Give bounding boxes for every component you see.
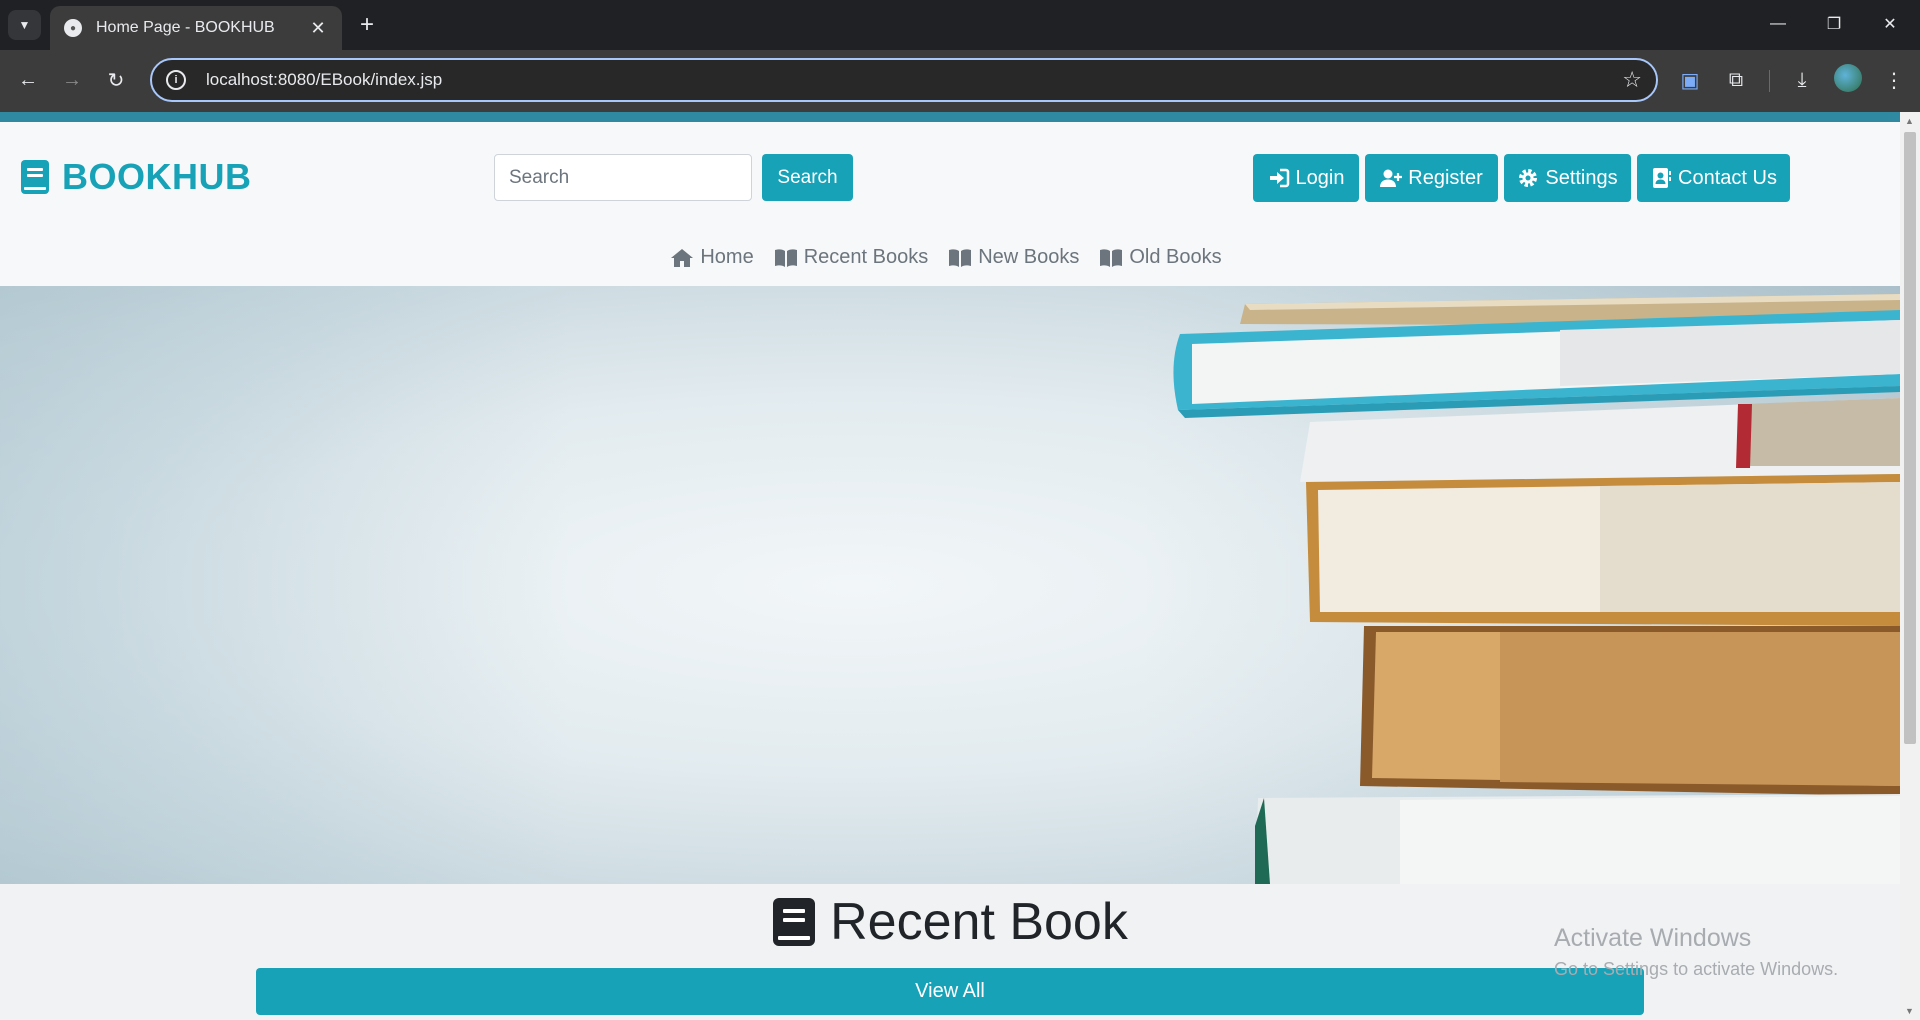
book-icon [21, 160, 49, 194]
site-info-icon[interactable]: i [166, 70, 186, 90]
page-scrollbar[interactable]: ▲ ▼ [1900, 112, 1920, 1020]
book-icon [773, 898, 816, 946]
contact-us-button[interactable]: Contact Us [1637, 154, 1790, 202]
scroll-down-arrow-icon[interactable]: ▼ [1905, 1006, 1914, 1016]
sign-in-icon [1269, 168, 1289, 188]
home-icon [671, 248, 694, 267]
extensions-icon[interactable]: ⧉ [1720, 64, 1752, 96]
address-bar[interactable]: i localhost:8080/EBook/index.jsp ☆ [150, 58, 1658, 102]
nav-recent-books[interactable]: Recent Books [774, 246, 929, 269]
view-all-button[interactable]: View All [256, 968, 1644, 1015]
tab-close-icon[interactable]: ✕ [308, 18, 328, 39]
window-restore-button[interactable]: ❐ [1814, 8, 1854, 40]
main-nav: Home Recent Books New Books Old Books [0, 246, 1900, 269]
user-plus-icon [1380, 169, 1403, 187]
toolbar-divider [1769, 70, 1770, 92]
hero-banner [0, 286, 1900, 884]
search-button[interactable]: Search [762, 154, 853, 201]
top-accent-strip [0, 112, 1900, 122]
book-stack-illustration [1173, 294, 1900, 884]
back-button[interactable]: ← [10, 62, 46, 98]
address-url: localhost:8080/EBook/index.jsp [206, 70, 443, 89]
tab-search-button[interactable]: ▼ [8, 10, 41, 40]
tab-favicon-icon: ● [64, 19, 82, 37]
bookmark-star-icon[interactable]: ☆ [1622, 67, 1642, 93]
nav-home[interactable]: Home [670, 246, 754, 269]
window-minimize-button[interactable]: — [1758, 8, 1798, 40]
open-book-icon [1100, 248, 1123, 267]
login-label: Login [1295, 166, 1345, 189]
window-close-button[interactable]: ✕ [1870, 8, 1910, 40]
nav-new-books-label: New Books [978, 246, 1080, 268]
windows-activation-watermark: Activate Windows Go to Settings to activ… [1554, 924, 1838, 980]
login-button[interactable]: Login [1253, 154, 1359, 202]
watermark-subtitle: Go to Settings to activate Windows. [1554, 959, 1839, 979]
recent-book-title: Recent Book [830, 893, 1128, 951]
settings-label: Settings [1545, 166, 1618, 189]
reload-button[interactable]: ↻ [98, 62, 134, 98]
new-tab-button[interactable]: + [352, 10, 382, 40]
scroll-up-arrow-icon[interactable]: ▲ [1905, 116, 1914, 126]
register-button[interactable]: Register [1365, 154, 1498, 202]
screen-capture-icon[interactable]: ▣ [1674, 64, 1706, 96]
contact-us-label: Contact Us [1678, 166, 1777, 189]
profile-avatar[interactable] [1834, 64, 1862, 92]
browser-tab-active[interactable]: ● Home Page - BOOKHUB ✕ [50, 6, 342, 50]
downloads-icon[interactable]: ⤓ [1786, 64, 1818, 96]
address-book-icon [1653, 168, 1672, 188]
settings-button[interactable]: Settings [1504, 154, 1631, 202]
browser-menu-icon[interactable]: ⋮ [1878, 64, 1910, 96]
nav-recent-books-label: Recent Books [803, 246, 929, 268]
open-book-icon [949, 248, 972, 267]
forward-button[interactable]: → [54, 62, 90, 98]
page-viewport: BOOKHUB Search Login Register Settings C… [0, 112, 1900, 1020]
nav-old-books-label: Old Books [1129, 246, 1222, 268]
watermark-title: Activate Windows [1554, 924, 1752, 952]
nav-old-books[interactable]: Old Books [1099, 246, 1222, 269]
open-book-icon [774, 248, 797, 267]
scrollbar-thumb[interactable] [1904, 132, 1916, 744]
gear-icon [1519, 169, 1538, 187]
browser-toolbar: ← → ↻ i localhost:8080/EBook/index.jsp ☆… [0, 50, 1920, 112]
site-header: BOOKHUB Search Login Register Settings C… [0, 122, 1900, 286]
search-input[interactable] [494, 154, 752, 201]
tab-title: Home Page - BOOKHUB [96, 19, 275, 36]
nav-new-books[interactable]: New Books [948, 246, 1079, 269]
browser-tab-bar: ▼ ● Home Page - BOOKHUB ✕ + — ❐ ✕ [0, 0, 1920, 50]
register-label: Register [1408, 166, 1483, 189]
nav-home-label: Home [700, 246, 754, 268]
brand-logo[interactable]: BOOKHUB [20, 156, 252, 198]
brand-name: BOOKHUB [62, 156, 252, 197]
